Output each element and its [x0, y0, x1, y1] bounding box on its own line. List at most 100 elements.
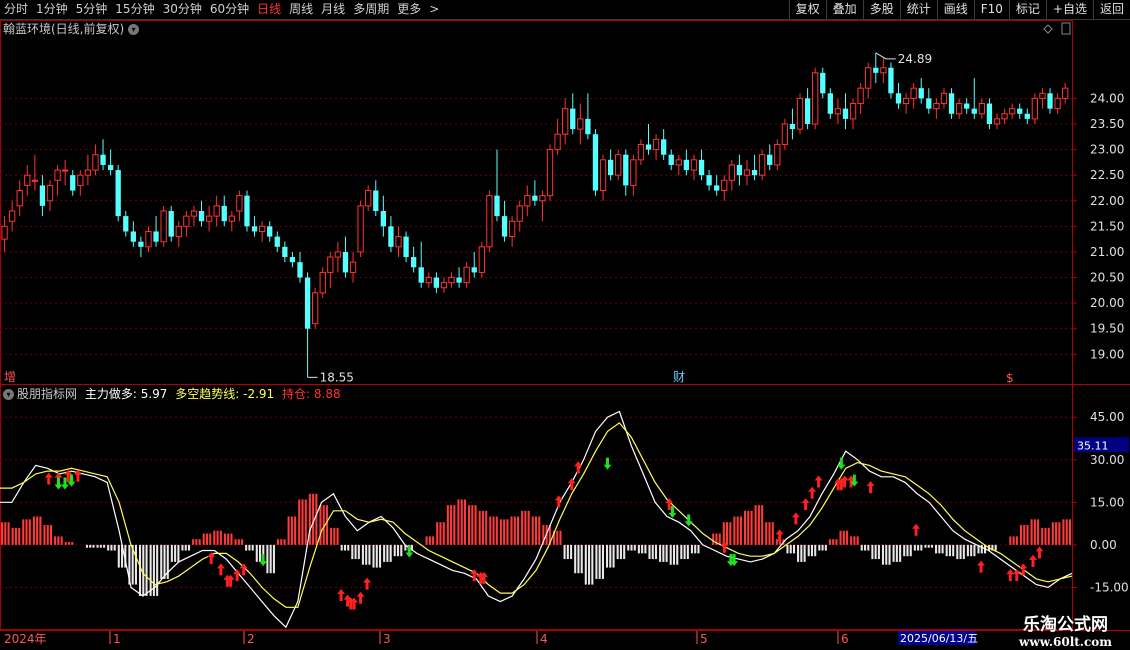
- candle-body-3: [24, 174, 31, 186]
- candle-body-140: [1062, 87, 1069, 99]
- tool-button-5[interactable]: F10: [973, 0, 1009, 19]
- candle-body-44: [334, 251, 342, 258]
- tab-period-7[interactable]: 周线: [285, 0, 317, 19]
- candle-body-97: [736, 164, 743, 176]
- candle-body-117: [888, 67, 894, 94]
- candle-body-122: [926, 98, 932, 109]
- candle-body-27: [205, 215, 213, 222]
- price-tick-label-7: 20.50: [1090, 271, 1124, 285]
- month-label-2: 2: [247, 632, 255, 646]
- candle-body-69: [524, 195, 531, 207]
- candle-body-55: [418, 267, 424, 283]
- candle-body-36: [274, 236, 280, 247]
- ind-tick-label-2: 15.00: [1090, 495, 1124, 509]
- candle-body-87: [661, 139, 667, 155]
- candle-body-83: [630, 159, 637, 186]
- candle-body-129: [978, 103, 985, 115]
- candle-body-91: [690, 159, 698, 171]
- tab-period-6[interactable]: 日线: [253, 0, 285, 19]
- candle-body-42: [319, 271, 326, 294]
- price-tick-label-1: 23.50: [1090, 117, 1124, 131]
- ind-tick-label-1: 30.00: [1090, 453, 1124, 467]
- marker-dollar: $: [1006, 371, 1014, 385]
- hold-label: 持仓:: [282, 387, 311, 401]
- up-arrow-icon-37: [1012, 569, 1021, 582]
- tool-button-0[interactable]: 复权: [788, 0, 826, 19]
- candle-body-90: [683, 159, 690, 171]
- candle-body-132: [1001, 113, 1008, 120]
- candle-body-51: [388, 226, 394, 247]
- tab-period-2[interactable]: 5分钟: [72, 0, 112, 19]
- tool-button-6[interactable]: 标记: [1008, 0, 1046, 19]
- candle-body-53: [403, 236, 409, 258]
- candle-body-127: [964, 103, 970, 109]
- tab-period-8[interactable]: 月线: [317, 0, 349, 19]
- stock-chart[interactable]: 24.8918.55增财 $ 24.0023.5023.0022.5022.002…: [0, 20, 1130, 650]
- watermark-title: 乐淘公式网: [1023, 615, 1109, 635]
- candle-body-113: [857, 87, 864, 105]
- candle-body-78: [592, 134, 599, 191]
- candle-body-98: [743, 169, 751, 176]
- high-label-leader: [875, 52, 896, 60]
- tab-period-3[interactable]: 15分钟: [111, 0, 158, 19]
- candle-body-25: [190, 210, 198, 217]
- tool-button-8[interactable]: 返回: [1092, 0, 1130, 19]
- diamond-icon: [1043, 24, 1053, 34]
- tab-period-1[interactable]: 1分钟: [32, 0, 72, 19]
- candle-body-109: [827, 93, 833, 114]
- candle-body-133: [1008, 108, 1016, 115]
- candle-body-92: [698, 159, 705, 176]
- up-arrow-icon-39: [1029, 554, 1038, 567]
- candle-body-38: [289, 257, 296, 263]
- candle-body-62: [471, 267, 477, 273]
- candle-body-105: [796, 97, 804, 130]
- tool-button-3[interactable]: 统计: [899, 0, 937, 19]
- tool-button-1[interactable]: 叠加: [825, 0, 863, 19]
- down-arrow-icon-0: [54, 477, 63, 490]
- candle-body-86: [652, 138, 660, 151]
- candle-body-120: [910, 87, 917, 99]
- tab-period-5[interactable]: 60分钟: [206, 0, 253, 19]
- ind-tick-label-4: -15.00: [1090, 580, 1129, 594]
- month-label-4: 4: [540, 632, 548, 646]
- candle-body-54: [410, 257, 417, 268]
- candle-body-81: [615, 154, 622, 176]
- candle-body-82: [623, 154, 629, 186]
- candle-body-47: [357, 205, 364, 253]
- date-axis: 2024年 1 2 3 4 5 6 2025/06/13/五: [4, 631, 978, 646]
- up-arrow-icon-15: [363, 577, 372, 590]
- price-tick-label-0: 24.00: [1090, 91, 1124, 105]
- tab-period-10[interactable]: 更多: [393, 0, 425, 19]
- tab-period-0[interactable]: 分时: [0, 0, 32, 19]
- candle-body-84: [637, 143, 645, 161]
- candle-body-11: [84, 169, 92, 176]
- candle-body-40: [304, 277, 311, 329]
- tool-button-7[interactable]: +自选: [1045, 0, 1093, 19]
- candle-body-119: [902, 97, 910, 105]
- candle-body-80: [607, 159, 614, 176]
- up-arrow-icon-33: [866, 481, 875, 494]
- candle-body-121: [918, 88, 924, 99]
- candle-body-73: [554, 133, 561, 151]
- candle-body-18: [138, 241, 144, 247]
- candle-body-89: [675, 159, 682, 166]
- candle-body-41: [312, 292, 319, 325]
- price-tick-label-10: 19.00: [1090, 347, 1124, 361]
- candle-body-8: [62, 169, 69, 172]
- tab-period-9[interactable]: 多周期: [349, 0, 393, 19]
- current-date-label: 2025/06/13/五: [900, 632, 978, 645]
- down-arrow-icon-7: [684, 514, 693, 527]
- candle-body-43: [327, 256, 334, 273]
- tool-button-2[interactable]: 多股: [862, 0, 900, 19]
- candle-body-131: [993, 118, 1001, 125]
- chevron-down-icon[interactable]: ▾: [3, 389, 14, 400]
- candle-body-48: [365, 190, 372, 207]
- more-arrow-icon[interactable]: >: [425, 0, 443, 19]
- chevron-down-icon[interactable]: ▾: [128, 24, 140, 35]
- tool-button-4[interactable]: 画线: [936, 0, 974, 19]
- candle-body-93: [706, 175, 712, 186]
- candle-body-68: [516, 205, 523, 222]
- up-arrow-icon-40: [1035, 546, 1044, 559]
- tab-period-4[interactable]: 30分钟: [159, 0, 206, 19]
- candle-body-107: [812, 72, 819, 125]
